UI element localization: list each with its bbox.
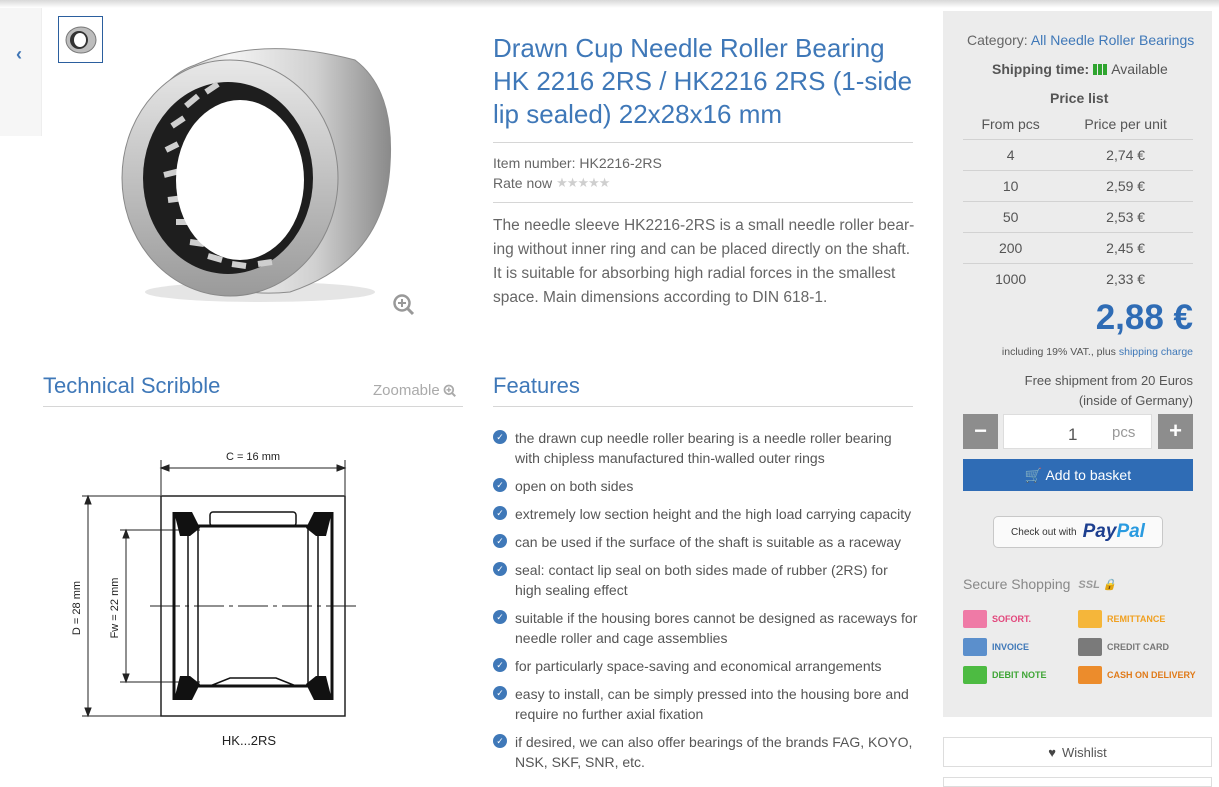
paypal-checkout-button[interactable]: Check out with PayPal	[993, 516, 1163, 548]
feature-item: ✓ if desired, we can also offer bearings …	[493, 732, 918, 772]
sofort-icon	[963, 610, 987, 628]
paypal-logo: PayPal	[1082, 521, 1145, 542]
feature-item: ✓ extremely low section height and the hi…	[493, 504, 918, 524]
cart-icon: 🛒	[1024, 467, 1043, 483]
vat-note: including 19% VAT., plus shipping charge	[1001, 346, 1193, 358]
lock-icon: 🔒	[1102, 578, 1117, 591]
check-icon: ✓	[493, 686, 507, 700]
features-list: ✓ the drawn cup needle roller bearing is …	[493, 428, 918, 780]
table-row: 50 2,53 €	[963, 200, 1193, 232]
remittance-icon	[1078, 610, 1102, 628]
col-header-from: From pcs	[981, 116, 1040, 133]
item-number: Item number: HK2216-2RS	[493, 155, 662, 171]
credit-card-icon	[1078, 638, 1102, 656]
lower-panel	[943, 777, 1212, 787]
thumbnail-strip: ‹	[0, 8, 42, 136]
table-row: 10 2,59 €	[963, 169, 1193, 201]
chevron-left-icon[interactable]: ‹	[16, 44, 22, 65]
feature-item: ✓ can be used if the surface of the shaft…	[493, 532, 918, 552]
price-table: From pcs Price per unit 4 2,74 € 10 2,59 €…	[963, 110, 1193, 294]
check-icon: ✓	[493, 430, 507, 444]
availability-icon	[1093, 63, 1108, 75]
zoom-in-icon[interactable]	[392, 293, 416, 322]
zoomable-label: Zoomable	[373, 382, 440, 399]
check-icon: ✓	[493, 734, 507, 748]
cash-on-delivery-icon	[1078, 666, 1102, 684]
feature-item: ✓ suitable if the housing bores cannot be…	[493, 608, 918, 648]
check-icon: ✓	[493, 562, 507, 576]
feature-item: ✓ easy to install, can be simply pressed …	[493, 684, 918, 724]
rate-label: Rate now	[493, 175, 553, 191]
secure-shopping: Secure Shopping SSL 🔒	[963, 576, 1117, 592]
heart-icon: ♥	[1048, 744, 1056, 760]
quantity-unit: pcs	[1112, 424, 1136, 441]
ssl-badge: SSL 🔒	[1078, 578, 1117, 591]
divider	[493, 406, 913, 407]
table-row: 4 2,74 €	[963, 138, 1193, 170]
product-title: Drawn Cup Needle Roller Bearing HK 2216 …	[493, 33, 913, 129]
add-to-basket-button[interactable]: 🛒 Add to basket	[963, 459, 1193, 491]
product-image	[121, 48, 392, 302]
availability-status: Available	[1111, 61, 1168, 77]
technical-heading: Technical Scribble	[43, 373, 221, 398]
product-price: 2,88 €	[1095, 298, 1193, 337]
price-list-title: Price list	[1050, 90, 1109, 106]
debit-note-icon	[963, 666, 987, 684]
zoom-icon	[443, 384, 456, 397]
dim-c-label: C = 16 mm	[226, 451, 280, 463]
divider	[493, 202, 913, 203]
check-icon: ✓	[493, 478, 507, 492]
payment-remittance: REMITTANCE	[1078, 610, 1165, 628]
table-row: 1000 2,33 €	[963, 262, 1193, 294]
feature-item: ✓ seal: contact lip seal on both sides ma…	[493, 560, 918, 600]
dim-d-label: D = 28 mm	[71, 581, 83, 635]
top-shadow	[0, 0, 1219, 8]
features-heading: Features	[493, 373, 580, 398]
col-header-price: Price per unit	[1084, 116, 1167, 133]
star-rating-icon[interactable]: ★★★★★	[556, 175, 610, 191]
check-icon: ✓	[493, 534, 507, 548]
payment-debit-note: DEBIT NOTE	[963, 666, 1047, 684]
zoomable-link[interactable]: Zoomable	[373, 382, 457, 399]
table-row: 200 2,45 €	[963, 231, 1193, 263]
dim-fw-label: Fw = 22 mm	[109, 578, 121, 639]
divider	[493, 142, 913, 143]
check-icon: ✓	[493, 658, 507, 672]
feature-item: ✓ the drawn cup needle roller bearing is …	[493, 428, 918, 468]
thumbnail-image[interactable]	[58, 16, 103, 63]
check-icon: ✓	[493, 610, 507, 624]
quantity-decrease-button[interactable]: −	[963, 414, 998, 449]
check-icon: ✓	[493, 506, 507, 520]
divider	[43, 406, 463, 407]
product-description: The needle sleeve HK2216-2RS is a small …	[493, 217, 915, 306]
payment-credit-card: CREDIT CARD	[1078, 638, 1169, 656]
payment-cod: CASH ON DELIVERY	[1078, 666, 1196, 684]
quantity-increase-button[interactable]: +	[1158, 414, 1193, 449]
category-line: Category: All Needle Roller Bearings	[967, 32, 1195, 48]
feature-item: ✓ for particularly space-saving and econo…	[493, 656, 918, 676]
shipping-charge-link[interactable]: shipping charge	[1119, 346, 1193, 358]
quantity-value[interactable]: 1	[1068, 425, 1077, 445]
free-shipment-note: Free shipment from 20 Euros (inside of G…	[1024, 373, 1193, 408]
shipping-time: Shipping time: Available	[992, 61, 1168, 77]
technical-drawing: C = 16 mm D = 28 mm Fw = 22 mm HK...2RS	[71, 451, 358, 748]
category-link[interactable]: All Needle Roller Bearings	[1031, 32, 1194, 48]
drawing-caption: HK...2RS	[222, 733, 277, 748]
wishlist-button[interactable]: ♥ Wishlist	[943, 737, 1212, 767]
payment-invoice: INVOICE	[963, 638, 1029, 656]
invoice-icon	[963, 638, 987, 656]
payment-sofort: SOFORT.	[963, 610, 1031, 628]
rating[interactable]: Rate now ★★★★★	[493, 175, 610, 191]
feature-item: ✓ open on both sides	[493, 476, 918, 496]
